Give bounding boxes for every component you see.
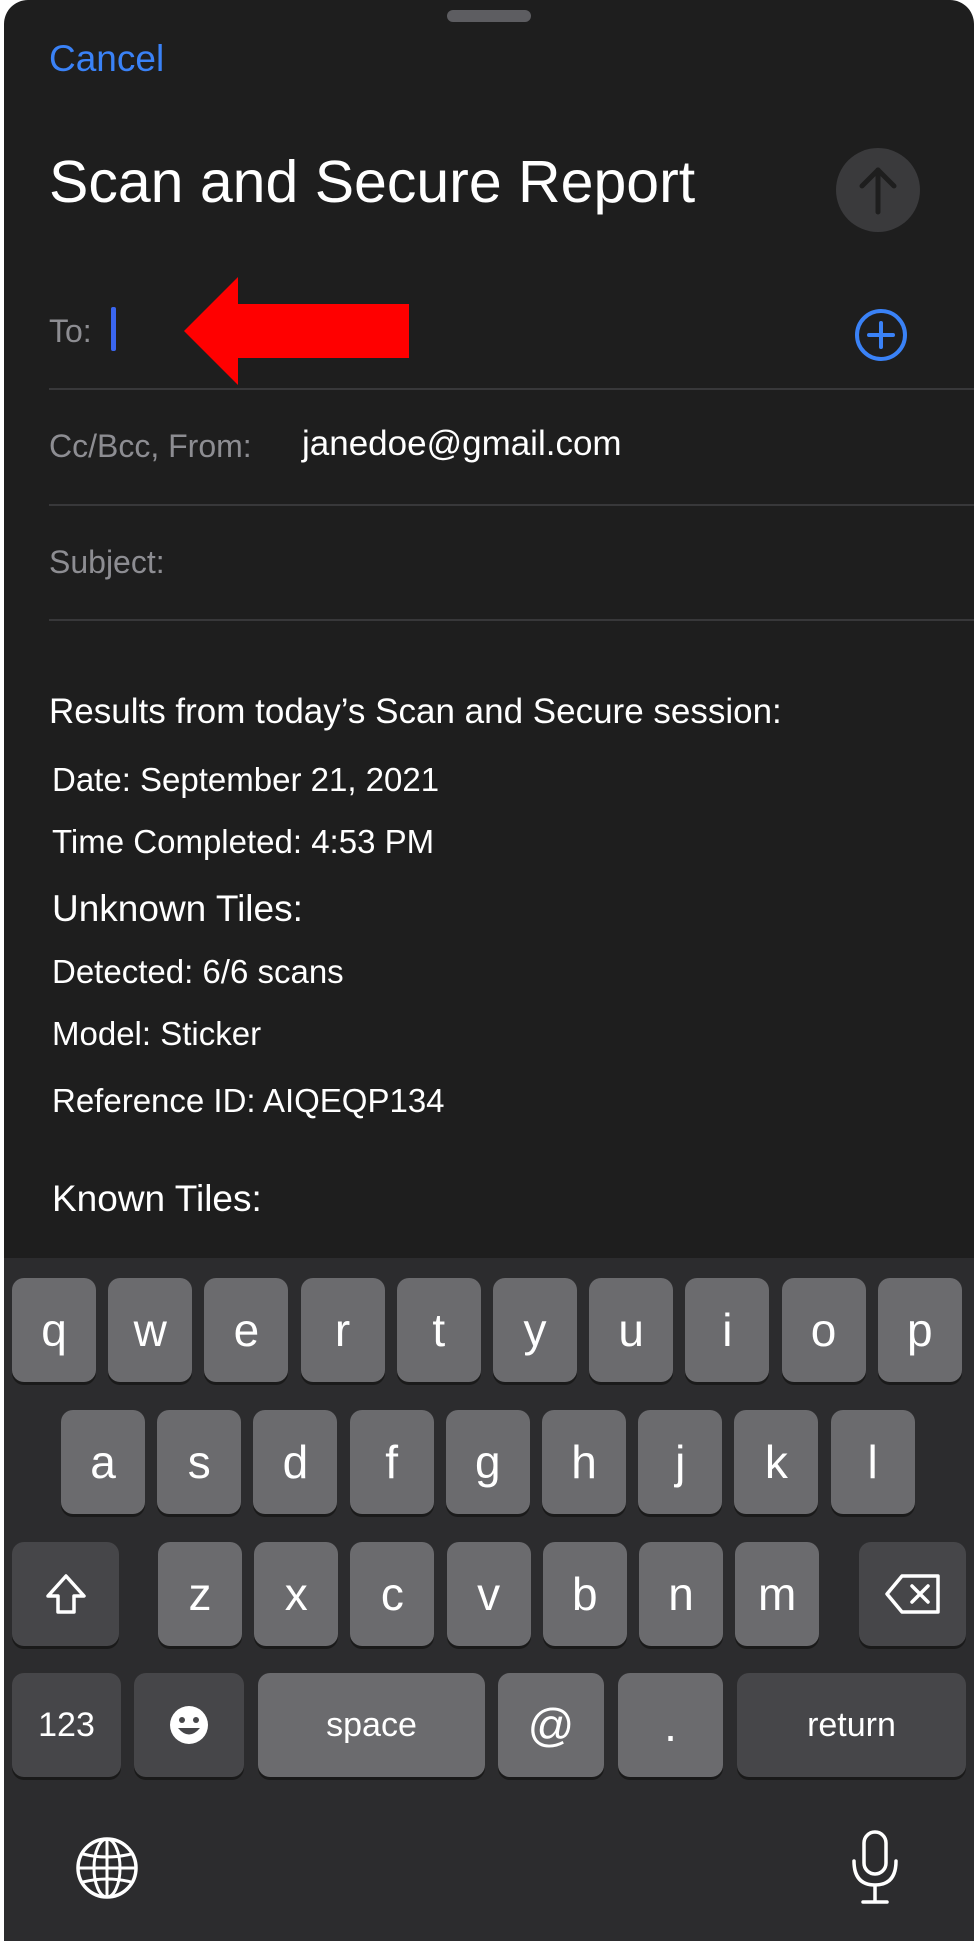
key-o[interactable]: o [781,1278,866,1382]
key-d[interactable]: d [253,1410,338,1514]
key-a[interactable]: a [61,1410,145,1514]
subject-label: Subject: [49,544,165,580]
key-j[interactable]: j [638,1410,723,1514]
body-intro: Results from today’s Scan and Secure ses… [49,692,782,731]
key-w[interactable]: w [108,1278,193,1382]
red-arrow-annotation [184,277,409,385]
emoji-key[interactable] [134,1673,244,1777]
plus-circle-icon[interactable] [854,308,908,362]
unknown-tiles-heading: Unknown Tiles: [52,888,303,929]
arrow-up-icon [859,167,897,215]
key-r[interactable]: r [300,1278,385,1382]
microphone-icon[interactable] [847,1829,903,1907]
known-tiles-heading: Known Tiles: [52,1178,262,1219]
body-detected: Detected: 6/6 scans [52,953,344,990]
at-key[interactable]: @ [498,1673,604,1777]
key-q[interactable]: q [12,1278,96,1382]
body-date: Date: September 21, 2021 [52,761,440,798]
space-key[interactable]: space [258,1673,485,1777]
key-n[interactable]: n [639,1542,723,1646]
ccbcc-from-label: Cc/Bcc, From: [49,428,252,464]
keyboard: qwertyuiop asdfghjkl zxcvbnm 123 space @… [4,1258,974,1941]
key-u[interactable]: u [589,1278,674,1382]
key-t[interactable]: t [396,1278,481,1382]
key-g[interactable]: g [445,1410,530,1514]
key-z[interactable]: z [158,1542,242,1646]
text-cursor [111,307,116,351]
key-h[interactable]: h [542,1410,626,1514]
divider [49,619,974,621]
key-k[interactable]: k [734,1410,819,1514]
backspace-icon [884,1574,940,1614]
send-button[interactable] [836,148,920,232]
return-key[interactable]: return [737,1673,966,1777]
divider [49,388,974,390]
key-i[interactable]: i [685,1278,770,1382]
key-b[interactable]: b [542,1542,627,1646]
key-s[interactable]: s [157,1410,242,1514]
cancel-button[interactable]: Cancel [49,38,164,80]
key-v[interactable]: v [446,1542,531,1646]
to-label: To: [49,313,92,349]
body-reference: Reference ID: AIQEQP134 [52,1082,445,1119]
numbers-key[interactable]: 123 [12,1673,121,1777]
key-f[interactable]: f [349,1410,434,1514]
mail-compose-sheet: Cancel Scan and Secure Report To: Cc/Bcc… [4,0,974,1941]
body-model: Model: Sticker [52,1015,262,1052]
period-key[interactable]: . [618,1673,723,1777]
sheet-grabber[interactable] [447,10,531,22]
email-title: Scan and Secure Report [49,149,696,215]
shift-icon [45,1574,86,1614]
key-x[interactable]: x [254,1542,339,1646]
key-m[interactable]: m [735,1542,820,1646]
from-address[interactable]: janedoe@gmail.com [302,424,622,464]
divider [49,504,974,506]
key-c[interactable]: c [350,1542,435,1646]
key-l[interactable]: l [830,1410,915,1514]
key-y[interactable]: y [493,1278,577,1382]
delete-key[interactable] [859,1542,966,1646]
key-e[interactable]: e [204,1278,289,1382]
shift-key[interactable] [12,1542,119,1646]
body-time: Time Completed: 4:53 PM [52,823,435,860]
key-p[interactable]: p [877,1278,962,1382]
globe-icon[interactable] [74,1835,140,1901]
emoji-icon [170,1706,208,1744]
